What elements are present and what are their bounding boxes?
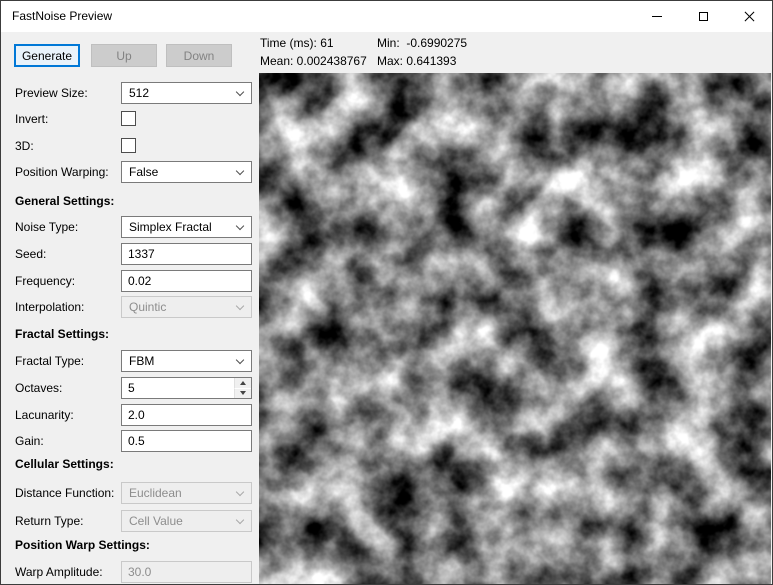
general-settings-header: General Settings: [15, 194, 115, 208]
row-3d: 3D: [1, 135, 258, 158]
octaves-down-button[interactable] [234, 388, 251, 398]
fractal-type-label: Fractal Type: [15, 354, 85, 368]
stat-min: Min: -0.6990275 [377, 36, 468, 50]
warp-amplitude-input [121, 561, 252, 583]
row-warp-amplitude: Warp Amplitude: [1, 561, 258, 584]
titlebar[interactable]: FastNoise Preview [1, 1, 772, 32]
fastnoise-window: FastNoise Preview Generate Up Down Time … [0, 0, 773, 585]
row-return-type: Return Type: Cell Value [1, 510, 258, 533]
noise-type-label: Noise Type: [15, 220, 79, 234]
return-type-label: Return Type: [15, 514, 84, 528]
window-title: FastNoise Preview [12, 9, 113, 23]
fractal-settings-header: Fractal Settings: [15, 327, 110, 341]
fractal-type-select[interactable]: FBM [121, 350, 252, 372]
stat-max: Max: 0.641393 [377, 54, 457, 68]
section-fractal-settings: Fractal Settings: [1, 323, 258, 346]
lacunarity-input[interactable] [121, 404, 252, 426]
row-distance-function: Distance Function: Euclidean [1, 482, 258, 505]
gain-label: Gain: [15, 434, 44, 448]
distance-function-value: Euclidean [129, 486, 182, 500]
minimize-button[interactable] [634, 1, 680, 32]
section-position-warp-settings: Position Warp Settings: [1, 534, 258, 557]
preview-size-value: 512 [129, 86, 150, 100]
invert-label: Invert: [15, 112, 49, 126]
seed-input[interactable] [121, 243, 252, 265]
lacunarity-label: Lacunarity: [15, 408, 74, 422]
noise-type-select[interactable]: Simplex Fractal [121, 216, 252, 238]
row-preview-size: Preview Size: 512 [1, 82, 258, 105]
row-invert: Invert: [1, 108, 258, 131]
invert-checkbox[interactable] [121, 111, 136, 126]
octaves-input[interactable] [122, 378, 234, 398]
octaves-label: Octaves: [15, 381, 63, 395]
seed-label: Seed: [15, 247, 47, 261]
row-noise-type: Noise Type: Simplex Fractal [1, 216, 258, 239]
interpolation-select: Quintic [121, 296, 252, 318]
stat-time: Time (ms): 61 [260, 36, 334, 50]
octaves-up-button[interactable] [234, 378, 251, 389]
close-icon [744, 11, 755, 22]
row-fractal-type: Fractal Type: FBM [1, 350, 258, 373]
frequency-input[interactable] [121, 270, 252, 292]
return-type-select: Cell Value [121, 510, 252, 532]
up-button[interactable]: Up [91, 44, 157, 67]
close-button[interactable] [726, 1, 772, 32]
interpolation-value: Quintic [129, 300, 167, 314]
distance-function-label: Distance Function: [15, 486, 115, 500]
row-octaves: Octaves: [1, 377, 258, 400]
arrow-up-icon [240, 380, 246, 385]
noise-preview-canvas [259, 73, 771, 584]
cellular-settings-header: Cellular Settings: [15, 457, 114, 471]
warp-amplitude-label: Warp Amplitude: [15, 565, 103, 579]
row-lacunarity: Lacunarity: [1, 404, 258, 427]
3d-checkbox[interactable] [121, 138, 136, 153]
preview-size-label: Preview Size: [15, 86, 88, 100]
return-type-value: Cell Value [129, 514, 183, 528]
octaves-spin-buttons [234, 378, 251, 398]
minimize-icon [652, 16, 662, 17]
row-frequency: Frequency: [1, 270, 258, 293]
preview-size-select[interactable]: 512 [121, 82, 252, 104]
position-warp-settings-header: Position Warp Settings: [15, 538, 150, 552]
3d-label: 3D: [15, 139, 34, 153]
interpolation-label: Interpolation: [15, 300, 85, 314]
row-position-warping: Position Warping: False [1, 161, 258, 184]
down-button[interactable]: Down [166, 44, 232, 67]
section-general-settings: General Settings: [1, 190, 258, 213]
row-seed: Seed: [1, 243, 258, 266]
row-interpolation: Interpolation: Quintic [1, 296, 258, 319]
row-gain: Gain: [1, 430, 258, 453]
maximize-icon [698, 12, 708, 21]
position-warping-value: False [129, 165, 159, 179]
noise-type-value: Simplex Fractal [129, 220, 212, 234]
generate-button[interactable]: Generate [14, 44, 80, 67]
octaves-stepper [121, 377, 252, 399]
position-warping-label: Position Warping: [15, 165, 109, 179]
stat-mean: Mean: 0.002438767 [260, 54, 367, 68]
fractal-type-value: FBM [129, 354, 155, 368]
position-warping-select[interactable]: False [121, 161, 252, 183]
distance-function-select: Euclidean [121, 482, 252, 504]
maximize-button[interactable] [680, 1, 726, 32]
frequency-label: Frequency: [15, 274, 76, 288]
arrow-down-icon [240, 391, 246, 396]
section-cellular-settings: Cellular Settings: [1, 453, 258, 476]
gain-input[interactable] [121, 430, 252, 452]
